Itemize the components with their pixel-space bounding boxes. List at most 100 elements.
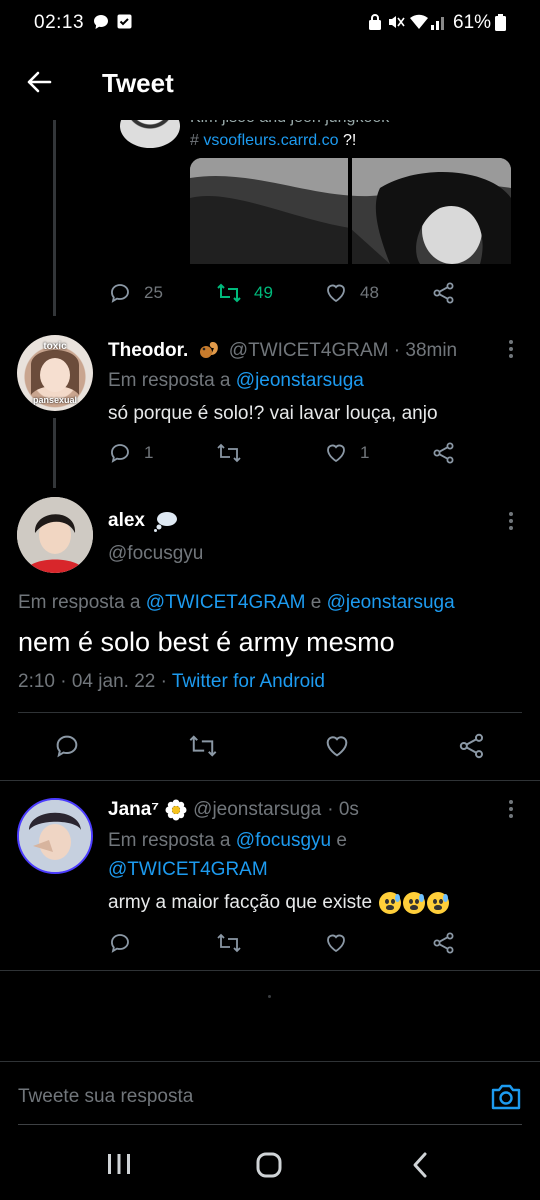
parent-retweet-action[interactable]: 49 [216, 281, 273, 305]
theodor-avatar[interactable]: toxic pansexual [17, 335, 93, 411]
thread-line-2 [53, 418, 56, 488]
mention-twicet4gram[interactable]: @TWICET4GRAM [108, 859, 268, 880]
signal-icon [430, 13, 448, 31]
reply2-retweet-action[interactable] [216, 931, 242, 955]
reply1-handle[interactable]: @TWICET4GRAM [229, 340, 389, 361]
composer-divider [0, 1061, 540, 1062]
reply2-share-action[interactable] [432, 931, 456, 955]
recent-apps-icon[interactable] [106, 1152, 132, 1176]
carrd-link[interactable]: vsoofleurs.carrd.co [203, 132, 338, 149]
divider [18, 712, 522, 713]
reply1-more-icon[interactable] [500, 338, 522, 360]
reply2-more-icon[interactable] [500, 798, 522, 820]
retweet-icon [217, 933, 241, 953]
reply1-name[interactable]: Theodor. [108, 340, 188, 361]
status-time: 02:13 [34, 12, 85, 33]
mention-focusgyu[interactable]: @focusgyu [236, 830, 331, 851]
reply2-text: army a maior facção que existe [108, 892, 373, 914]
main-replying-to: Em resposta a @TWICET4GRAM e @jeonstarsu… [18, 592, 455, 613]
reply-icon [111, 284, 129, 303]
share-icon [433, 932, 454, 954]
main-date: 2:10 · 04 jan. 22 · [18, 671, 167, 692]
heart-icon [327, 934, 345, 953]
reply2-time: · 0s [327, 799, 359, 820]
reply2-text-line: army a maior facção que existe [108, 892, 450, 914]
main-share-button[interactable] [458, 732, 486, 760]
reply2-replying-to: Em resposta a @focusgyu e [108, 830, 347, 851]
chat-bubble-icon [93, 14, 109, 30]
retweet-icon [189, 735, 217, 757]
back-arrow-icon[interactable] [26, 70, 52, 94]
retweet-icon [217, 283, 241, 303]
reply2-reply-action[interactable] [108, 931, 132, 955]
squirrel-emoji-icon [198, 339, 220, 359]
main-handle[interactable]: @focusgyu [108, 543, 203, 565]
thought-bubble-icon [153, 510, 179, 532]
reply2-like-action[interactable] [324, 931, 348, 955]
battery-percent: 61% [453, 12, 492, 33]
parent-like-action[interactable]: 48 [324, 281, 379, 305]
parent-share-action[interactable] [432, 281, 456, 305]
reply1-header: Theodor. @TWICET4GRAM · 38min [108, 339, 457, 362]
main-meta: 2:10 · 04 jan. 22 · Twitter for Android [18, 671, 325, 693]
reply1-reply-action[interactable]: 1 [108, 441, 153, 465]
main-tweet-text: nem é solo best é army mesmo [18, 627, 395, 657]
main-more-icon[interactable] [500, 510, 522, 532]
reply-icon [111, 934, 129, 953]
parent-reply-action[interactable]: 25 [108, 281, 163, 305]
status-bar: 02:13 61% [0, 0, 540, 44]
jana-avatar[interactable] [17, 798, 93, 874]
anxious-face-emoji-icon [427, 892, 450, 914]
reply-input[interactable]: Tweete sua resposta [18, 1086, 193, 1108]
parent-photo[interactable] [190, 158, 511, 264]
page-title: Tweet [102, 68, 174, 98]
main-header: alex [108, 510, 179, 532]
avatar-text-bottom: pansexual [32, 395, 78, 405]
heart-icon [327, 284, 345, 303]
main-like-button[interactable] [323, 732, 351, 760]
reply2-header: Jana⁷ @jeonstarsuga · 0s [108, 799, 359, 821]
retweet-icon [217, 443, 241, 463]
mute-icon [387, 13, 405, 31]
divider [0, 780, 540, 781]
camera-icon[interactable] [490, 1082, 522, 1112]
heart-icon [327, 444, 345, 463]
divider [0, 970, 540, 971]
mention-jeonstarsuga[interactable]: @jeonstarsuga [327, 592, 455, 613]
anxious-face-emoji-icon [403, 892, 426, 914]
nav-back-icon[interactable] [410, 1151, 430, 1179]
reply2-name[interactable]: Jana⁷ [108, 799, 159, 821]
parent-link-line: # vsoofleurs.carrd.co ?! [190, 132, 357, 149]
battery-icon [495, 14, 506, 31]
main-retweet-button[interactable] [188, 732, 218, 760]
reply1-retweet-action[interactable] [216, 441, 242, 465]
reply1-replying-to: Em resposta a @jeonstarsuga [108, 370, 364, 391]
client-link[interactable]: Twitter for Android [172, 671, 325, 692]
loading-dot [268, 995, 271, 998]
reply2-replying-to-line2: @TWICET4GRAM [108, 859, 268, 881]
lock-icon [368, 13, 382, 31]
thread-line [53, 120, 56, 316]
reply1-text: só porque é solo!? vai lavar louça, anjo [108, 403, 438, 424]
checkbox-notification-icon [117, 14, 132, 29]
share-icon [459, 733, 484, 759]
reply1-like-action[interactable]: 1 [324, 441, 369, 465]
avatar-text-top: toxic [43, 341, 67, 352]
wifi-icon [409, 13, 429, 31]
mention-jeonstarsuga[interactable]: @jeonstarsuga [236, 370, 364, 391]
composer-underline [18, 1124, 522, 1125]
main-reply-button[interactable] [53, 732, 81, 760]
reply-icon [111, 444, 129, 463]
home-icon[interactable] [255, 1151, 283, 1179]
share-icon [433, 442, 454, 464]
alex-avatar[interactable] [17, 497, 93, 573]
top-app-bar: Tweet [0, 44, 540, 120]
heart-icon [326, 736, 348, 757]
flower-emoji-icon [165, 799, 187, 821]
share-icon [433, 282, 454, 304]
reply2-handle[interactable]: @jeonstarsuga [193, 799, 321, 821]
mention-twicet4gram[interactable]: @TWICET4GRAM [146, 592, 306, 613]
anxious-face-emoji-icon [379, 892, 402, 914]
reply1-share-action[interactable] [432, 441, 456, 465]
main-name[interactable]: alex [108, 510, 145, 532]
